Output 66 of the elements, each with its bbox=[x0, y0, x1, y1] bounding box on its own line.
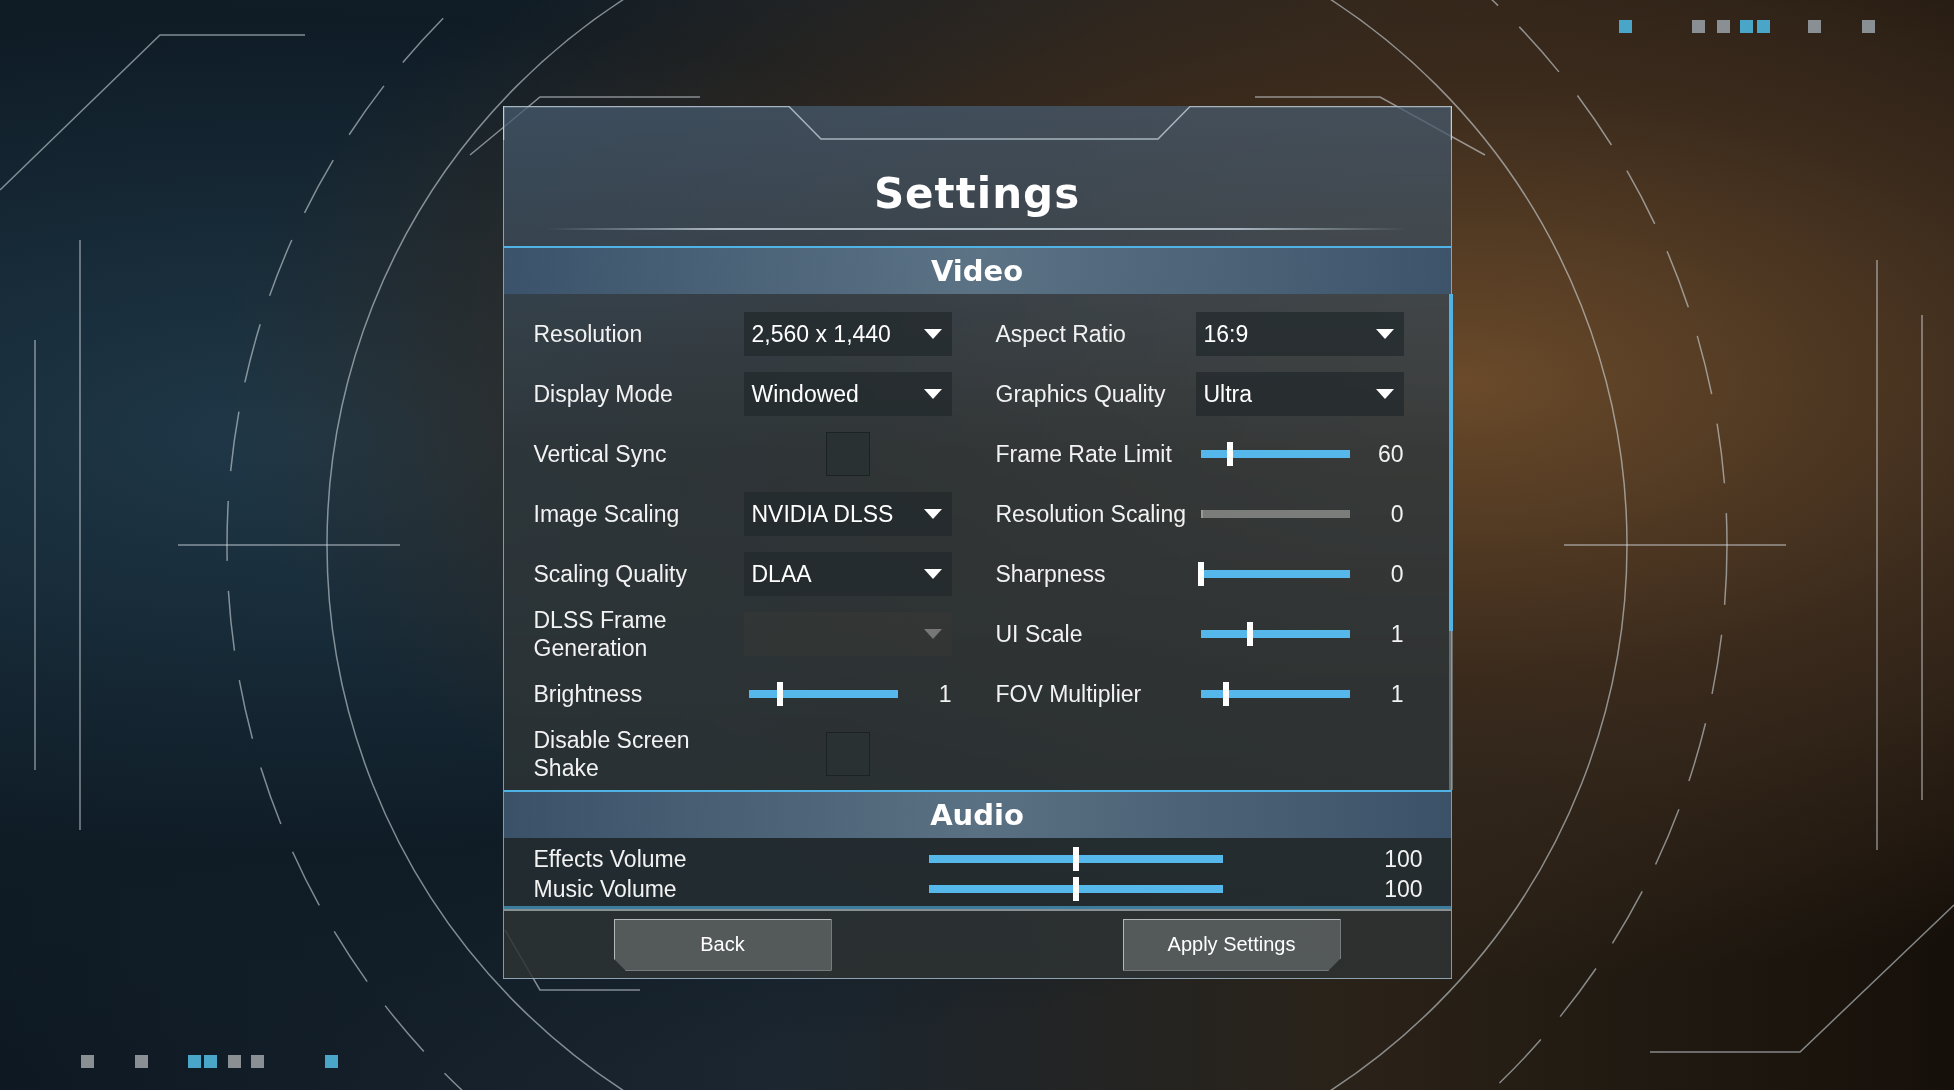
indicator-square bbox=[1808, 20, 1821, 33]
slider-thumb[interactable] bbox=[1197, 562, 1204, 586]
setting-label: Graphics Quality bbox=[995, 380, 1167, 408]
indicator-square bbox=[1757, 20, 1770, 33]
slider-value: 0 bbox=[1390, 560, 1404, 588]
dropdown-caret-icon bbox=[1375, 329, 1394, 339]
dropdown-caret-icon bbox=[1375, 389, 1394, 399]
setting-label: UI Scale bbox=[995, 620, 1084, 648]
dropdown[interactable]: NVIDIA DLSS bbox=[743, 492, 952, 536]
dropdown[interactable]: DLAA bbox=[743, 552, 952, 596]
apply-button[interactable]: Apply Settings bbox=[1122, 918, 1341, 971]
slider-thumb[interactable] bbox=[1227, 442, 1234, 466]
setting-label: DLSS Frame Generation bbox=[533, 606, 668, 662]
slider[interactable] bbox=[1197, 562, 1353, 586]
dropdown[interactable]: Windowed bbox=[743, 372, 952, 416]
indicator-square bbox=[1692, 20, 1705, 33]
slider-value: 100 bbox=[1383, 875, 1423, 903]
indicator-square bbox=[135, 1055, 148, 1068]
dropdown-caret-icon bbox=[923, 389, 942, 399]
setting-label: Brightness bbox=[533, 680, 644, 708]
indicator-square bbox=[204, 1055, 217, 1068]
slider-thumb[interactable] bbox=[1072, 847, 1079, 871]
dropdown-caret-icon bbox=[923, 509, 942, 519]
section-header: Audio bbox=[503, 790, 1451, 838]
setting-label: Vertical Sync bbox=[533, 440, 668, 468]
setting-label: Frame Rate Limit bbox=[995, 440, 1173, 468]
indicator-square bbox=[1619, 20, 1632, 33]
slider-value: 100 bbox=[1383, 845, 1423, 873]
dropdown-caret-icon bbox=[923, 329, 942, 339]
slider-value: 1 bbox=[938, 680, 952, 708]
setting-label: Scaling Quality bbox=[533, 560, 688, 588]
back-button[interactable]: Back bbox=[613, 918, 832, 971]
indicator-square bbox=[228, 1055, 241, 1068]
slider-value: 60 bbox=[1377, 440, 1404, 468]
settings-title: Settings bbox=[873, 169, 1081, 218]
indicator-square bbox=[1717, 20, 1730, 33]
setting-label: Resolution bbox=[533, 320, 644, 348]
dropdown-caret-icon bbox=[923, 569, 942, 579]
setting-label: Sharpness bbox=[995, 560, 1107, 588]
setting-label: Display Mode bbox=[533, 380, 674, 408]
setting-label: Resolution Scaling bbox=[995, 500, 1187, 528]
indicator-square bbox=[81, 1055, 94, 1068]
setting-label: Effects Volume bbox=[533, 845, 688, 873]
slider-thumb[interactable] bbox=[776, 682, 783, 706]
slider-value: 1 bbox=[1390, 620, 1404, 648]
section-header: Video bbox=[503, 246, 1451, 294]
indicator-square bbox=[325, 1055, 338, 1068]
slider-thumb[interactable] bbox=[1246, 622, 1253, 646]
slider-value: 0 bbox=[1390, 500, 1404, 528]
setting-label: Image Scaling bbox=[533, 500, 681, 528]
indicator-square bbox=[251, 1055, 264, 1068]
dropdown-caret-icon bbox=[923, 629, 942, 639]
indicator-square bbox=[1862, 20, 1875, 33]
setting-label: FOV Multiplier bbox=[995, 680, 1143, 708]
dropdown[interactable]: Ultra bbox=[1195, 372, 1404, 416]
setting-label: Music Volume bbox=[533, 875, 678, 903]
setting-label: Disable Screen Shake bbox=[533, 726, 691, 782]
slider-thumb[interactable] bbox=[1222, 682, 1229, 706]
slider-value: 1 bbox=[1390, 680, 1404, 708]
slider-thumb[interactable] bbox=[1072, 877, 1079, 901]
indicator-square bbox=[188, 1055, 201, 1068]
dropdown[interactable]: 16:9 bbox=[1195, 312, 1404, 356]
setting-label: Aspect Ratio bbox=[995, 320, 1127, 348]
scrollbar[interactable] bbox=[1448, 294, 1453, 790]
dropdown[interactable]: 2,560 x 1,440 bbox=[743, 312, 952, 356]
indicator-square bbox=[1740, 20, 1753, 33]
